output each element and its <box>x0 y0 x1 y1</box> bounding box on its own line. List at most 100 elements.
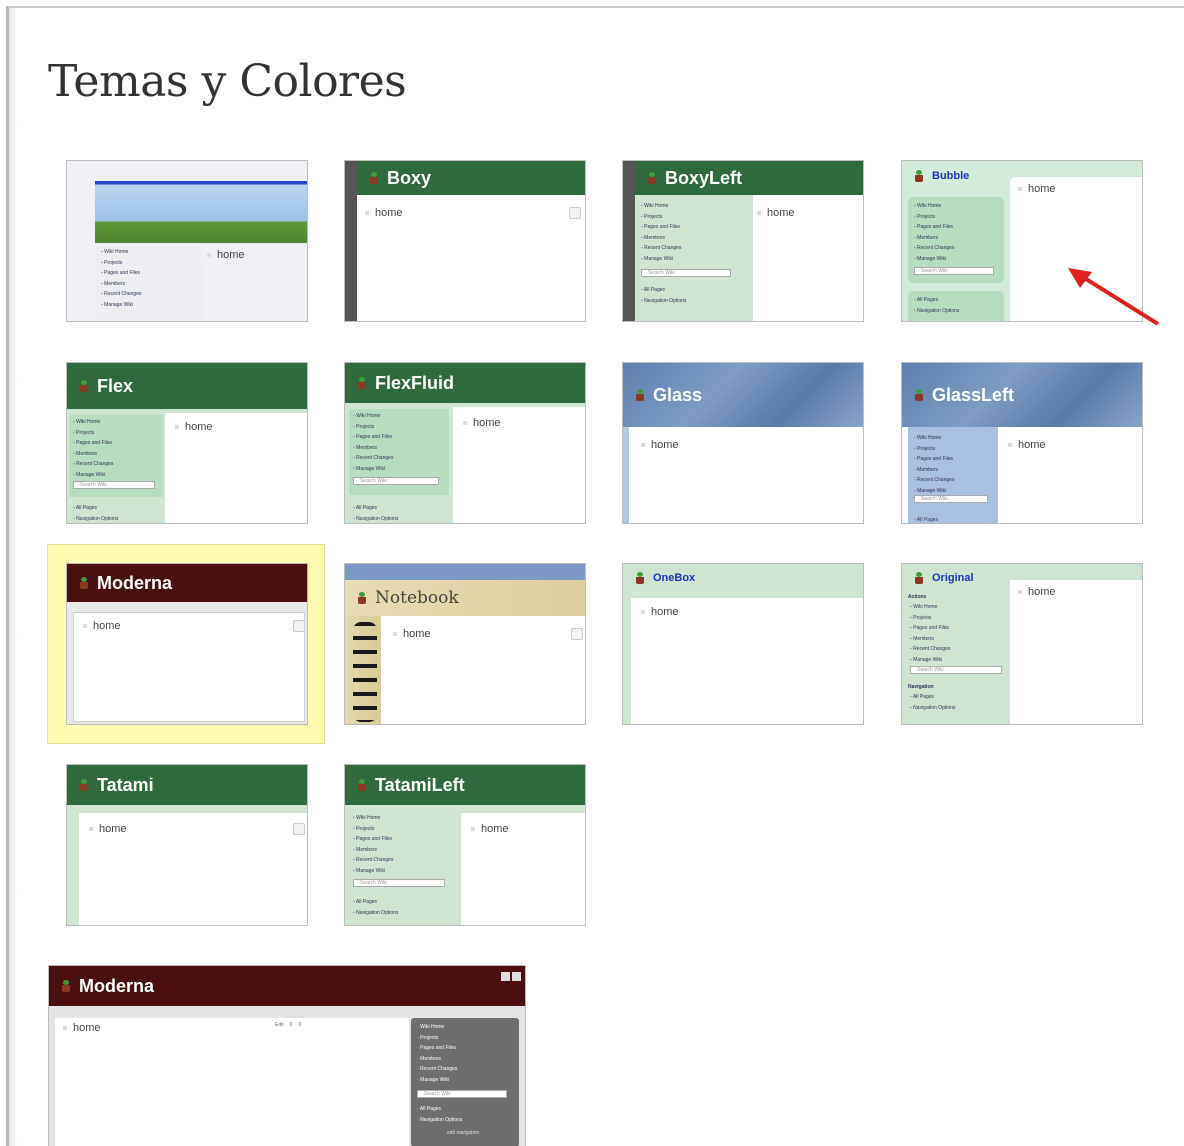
preview-content <box>55 1018 409 1146</box>
left-bar <box>345 161 357 321</box>
theme-header: FlexFluid <box>345 363 585 403</box>
help-icon <box>501 972 510 981</box>
theme-header: Boxy <box>357 161 585 195</box>
theme-header: Glass <box>623 363 863 427</box>
page-icon <box>293 823 305 835</box>
home-link: home <box>1008 439 1046 451</box>
theme-thumb-moderna[interactable]: Moderna home <box>66 563 308 725</box>
theme-name: TatamiLeft <box>375 774 465 795</box>
theme-name: Original <box>932 572 974 584</box>
account-icon <box>512 972 521 981</box>
sky-banner <box>95 181 307 243</box>
plant-pot-icon <box>635 572 645 584</box>
spiral-binding <box>353 622 377 722</box>
theme-name: Flex <box>97 375 134 396</box>
theme-nav-footer: All PagesNavigation Options <box>914 295 960 316</box>
search-input: Search Wiki <box>353 879 445 887</box>
theme-nav: Wiki HomeProjectsPages and FilesMembersR… <box>641 201 681 264</box>
red-arrow-icon <box>1068 268 1160 326</box>
theme-thumb-flexfluid[interactable]: FlexFluid Wiki HomeProjectsPages and Fil… <box>344 362 586 524</box>
search-input: Search Wiki <box>914 495 988 503</box>
plant-pot-icon <box>914 572 924 584</box>
theme-nav-footer: All PagesNavigation Options <box>73 503 119 523</box>
theme-nav: Wiki HomeProjectsPages and FilesMembersR… <box>353 411 393 474</box>
search-input: Search Wiki <box>914 267 994 275</box>
left-bar <box>623 161 635 321</box>
plant-pot-icon <box>635 389 645 401</box>
discussion-count: 0 <box>289 1022 293 1028</box>
header-icons <box>501 968 521 981</box>
theme-thumb-notebook[interactable]: Notebook home <box>344 563 586 725</box>
navigation-heading: Navigation <box>908 684 934 690</box>
home-link: home <box>641 439 679 451</box>
plant-pot-icon <box>357 779 367 791</box>
theme-name: OneBox <box>653 572 696 584</box>
theme-header: TatamiLeft <box>345 765 585 805</box>
theme-name: Notebook <box>375 588 459 608</box>
theme-name: Moderna <box>97 572 173 593</box>
plant-pot-icon <box>79 577 89 589</box>
page-icon <box>293 620 305 632</box>
home-link: home <box>393 628 431 640</box>
home-link: home <box>89 823 127 835</box>
theme-header: OneBox <box>623 564 863 592</box>
theme-thumb-flex[interactable]: Flex Wiki HomeProjectsPages and FilesMem… <box>66 362 308 524</box>
plant-pot-icon <box>914 389 924 401</box>
theme-header: Moderna <box>67 564 307 602</box>
home-link: home <box>83 620 121 632</box>
edit-navigation-link: edit navigation <box>447 1130 480 1136</box>
actions-heading: Actions <box>908 594 927 600</box>
home-link: home <box>175 421 213 433</box>
plant-pot-icon <box>369 172 379 184</box>
home-link: home <box>1018 183 1056 195</box>
theme-name: GlassLeft <box>932 384 1015 405</box>
selected-theme-preview[interactable]: Moderna home Edit 0 0 Wiki HomeProjectsP… <box>48 965 526 1146</box>
theme-thumb-boxy[interactable]: Boxy home <box>344 160 586 322</box>
theme-header: Flex <box>67 363 307 409</box>
plant-pot-icon <box>647 172 657 184</box>
theme-nav-footer: All PagesNavigation Options <box>641 285 687 306</box>
plant-pot-icon <box>357 377 367 389</box>
page-title: Temas y Colores <box>48 56 407 107</box>
theme-name: Tatami <box>97 774 154 795</box>
preview-nav: Wiki HomeProjectsPages and FilesMembersR… <box>417 1022 457 1085</box>
theme-name: Boxy <box>387 167 432 188</box>
theme-thumb-tatami[interactable]: Tatami home <box>66 764 308 926</box>
theme-thumb-sky[interactable]: Wiki HomeProjectsPages and FilesMembersR… <box>66 160 308 322</box>
preview-toolbar: Edit 0 0 <box>275 1022 301 1032</box>
theme-header: Notebook <box>345 580 585 616</box>
theme-nav-footer: All PagesNavigation Options <box>353 503 399 523</box>
home-link: home <box>757 207 795 219</box>
theme-nav-footer: All Pages <box>914 515 938 523</box>
theme-nav-footer: All PagesNavigation Options <box>910 692 956 713</box>
theme-thumb-boxyleft[interactable]: BoxyLeft Wiki HomeProjectsPages and File… <box>622 160 864 322</box>
plant-pot-icon <box>79 380 89 392</box>
plant-pot-icon <box>79 779 89 791</box>
home-link: home <box>463 417 501 429</box>
theme-thumb-glassleft[interactable]: GlassLeft Wiki HomeProjectsPages and Fil… <box>901 362 1143 524</box>
home-link: home <box>365 207 403 219</box>
theme-nav-footer: All PagesNavigation Options <box>353 897 399 918</box>
theme-header: Tatami <box>67 765 307 805</box>
page-icon <box>569 207 581 219</box>
theme-name: FlexFluid <box>375 372 455 393</box>
theme-thumb-original[interactable]: Original Actions Wiki HomeProjectsPages … <box>901 563 1143 725</box>
search-input: Search Wiki <box>73 481 155 489</box>
search-input: Search Wiki <box>910 666 1002 674</box>
search-input: Search Wiki <box>641 269 731 277</box>
plant-pot-icon <box>61 980 71 992</box>
preview-title: Moderna <box>79 975 155 996</box>
notebook-topbar <box>345 564 585 580</box>
theme-nav: Wiki HomeProjectsPages and FilesMembersR… <box>910 602 950 665</box>
theme-thumb-tatamileft[interactable]: TatamiLeft Wiki HomeProjectsPages and Fi… <box>344 764 586 926</box>
page-icon <box>571 628 583 640</box>
search-input: Search Wiki <box>417 1090 507 1098</box>
edit-button: Edit <box>275 1022 284 1028</box>
theme-nav: Wiki HomeProjectsPages and FilesMembersR… <box>101 247 141 310</box>
theme-nav: Wiki HomeProjectsPages and FilesMembersR… <box>914 433 954 496</box>
left-edge <box>623 427 629 523</box>
theme-thumb-glass[interactable]: Glass home <box>622 362 864 524</box>
theme-nav: Wiki HomeProjectsPages and FilesMembersR… <box>914 201 954 264</box>
history-count: 0 <box>298 1022 302 1028</box>
theme-thumb-onebox[interactable]: OneBox home <box>622 563 864 725</box>
